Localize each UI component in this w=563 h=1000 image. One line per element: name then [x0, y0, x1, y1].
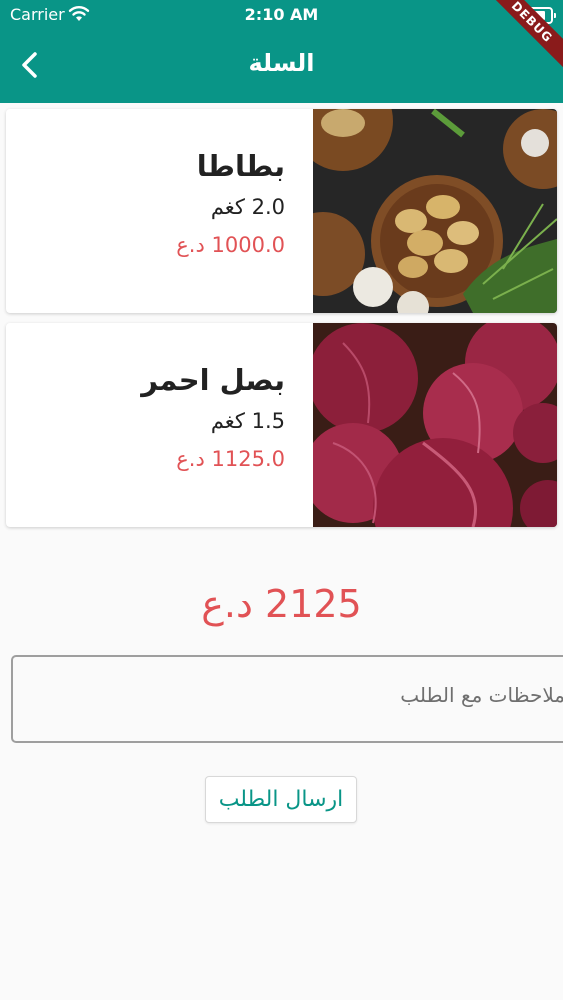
status-bar: Carrier 2:10 AM — [0, 0, 563, 30]
cart-total: 2125 د.ع — [201, 582, 362, 626]
cart-item-info: بصل احمر 1.5 كغم 1125.0 د.ع — [25, 363, 285, 471]
cart-item-card[interactable]: بصل احمر 1.5 كغم 1125.0 د.ع — [6, 323, 557, 527]
red-onions-image — [313, 323, 557, 527]
cart-item-card[interactable]: بطاطا 2.0 كغم 1000.0 د.ع — [6, 109, 557, 313]
item-price: 1000.0 د.ع — [176, 233, 285, 257]
item-name: بطاطا — [196, 149, 285, 183]
page-title: السلة — [248, 49, 315, 77]
app-bar: Carrier 2:10 AM السلة DEBUG — [0, 0, 563, 103]
item-name: بصل احمر — [141, 363, 285, 397]
potatoes-image — [313, 109, 557, 313]
item-quantity: 2.0 كغم — [210, 195, 285, 219]
item-quantity: 1.5 كغم — [210, 409, 285, 433]
cart-item-info: بطاطا 2.0 كغم 1000.0 د.ع — [25, 149, 285, 257]
submit-order-button[interactable]: ارسال الطلب — [205, 776, 357, 823]
notes-input[interactable] — [11, 655, 563, 743]
status-time: 2:10 AM — [244, 5, 319, 24]
item-price: 1125.0 د.ع — [176, 447, 285, 471]
